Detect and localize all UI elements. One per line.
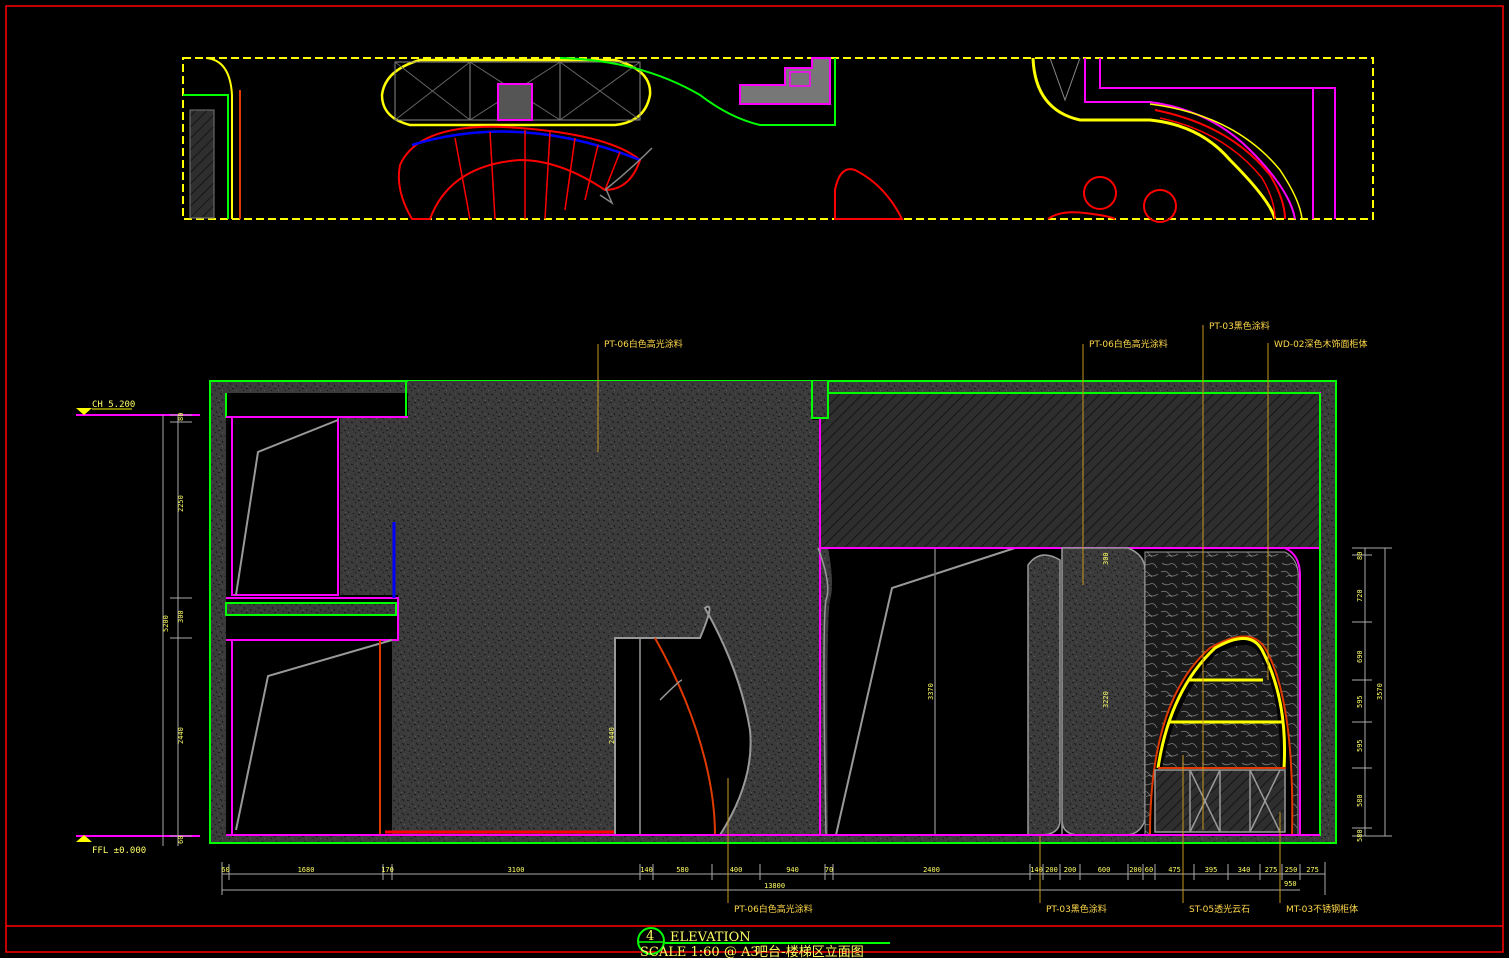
cad-drawing: CH 5.200 FFL ±0.000 80 2250 300 5200 244… <box>5 5 1504 958</box>
bottom-dim-label: 600 <box>1098 866 1111 874</box>
bottom-dim-label: 340 <box>1238 866 1251 874</box>
bottom-dim-label: 395 <box>1205 866 1218 874</box>
bottom-dim-label: 170 <box>381 866 394 874</box>
left-dim-0: 80 <box>177 413 185 421</box>
bottom-dim-label: 250 <box>1285 866 1298 874</box>
right-dim-6: 580 <box>1356 829 1364 842</box>
callout-pt06-bottom: PT-06白色高光涂料 <box>734 903 813 915</box>
callout-pt06-right: PT-06白色高光涂料 <box>1089 338 1168 350</box>
bottom-dim-total: 13800 <box>764 882 785 890</box>
bottom-dim-label: 475 <box>1168 866 1181 874</box>
bottom-dim-label: 400 <box>730 866 743 874</box>
left-dim-5: 60 <box>177 836 185 844</box>
bottom-dim-label: 70 <box>825 866 833 874</box>
bottom-dim-label: 580 <box>676 866 689 874</box>
bottom-dim-label: 275 <box>1265 866 1278 874</box>
inner-dim-b: 3370 <box>927 683 935 700</box>
left-dim-2: 300 <box>177 610 185 623</box>
callout-pt03-bottom: PT-03黑色涂料 <box>1046 903 1107 915</box>
inner-dim-c: 300 <box>1102 552 1110 565</box>
right-dim-0: 80 <box>1356 552 1364 560</box>
callout-st05: ST-05透光云石 <box>1189 903 1250 915</box>
right-dim-4: 595 <box>1356 739 1364 752</box>
level-markers: CH 5.200 FFL ±0.000 <box>76 400 200 856</box>
bottom-dim-label: 2400 <box>923 866 940 874</box>
title-scale: SCALE 1:60 @ A3 <box>640 945 759 958</box>
bottom-dimension-labels: 60 1680 170 3100 140 580 400 940 70 2400 140 200 200… <box>221 866 1319 874</box>
bottom-dim-label: 1680 <box>298 866 315 874</box>
bottom-dim-label: 140 <box>1030 866 1043 874</box>
callout-wd02: WD-02深色木饰面柜体 <box>1274 338 1368 350</box>
bottom-dim-label: 60 <box>1145 866 1153 874</box>
left-dim-3: 5200 <box>162 615 170 632</box>
bottom-dim-label: 60 <box>221 866 229 874</box>
left-dim-4: 2440 <box>177 727 185 744</box>
plan-view <box>182 57 1374 223</box>
callout-pt06-left: PT-06白色高光涂料 <box>604 338 683 350</box>
title-number: 4 <box>646 929 654 944</box>
bottom-dim-label: 200 <box>1045 866 1058 874</box>
bottom-dim-sub: 950 <box>1284 880 1297 888</box>
drawing-title: 4 ELEVATION SCALE 1:60 @ A3 吧台-楼梯区立面图 <box>637 927 890 958</box>
title-cn: 吧台-楼梯区立面图 <box>755 945 864 958</box>
callout-pt03-top: PT-03黑色涂料 <box>1209 320 1270 332</box>
bottom-dim-label: 275 <box>1306 866 1319 874</box>
elevation-view <box>209 380 1337 844</box>
left-dim-1: 2250 <box>177 495 185 512</box>
right-dim-5: 580 <box>1356 794 1364 807</box>
bottom-dim-label: 200 <box>1129 866 1142 874</box>
level-bottom-label: FFL ±0.000 <box>92 846 146 856</box>
right-dim-3: 595 <box>1356 695 1364 708</box>
bottom-dim-label: 200 <box>1064 866 1077 874</box>
right-dim-2: 690 <box>1356 650 1364 663</box>
inner-dim-a: 2440 <box>608 727 616 744</box>
right-dim-1: 720 <box>1356 589 1364 602</box>
right-dim-7: 3570 <box>1376 683 1384 700</box>
bottom-dim-label: 3100 <box>508 866 525 874</box>
bottom-dim-label: 140 <box>640 866 653 874</box>
inner-dim-d: 3220 <box>1102 691 1110 708</box>
bottom-dim-label: 940 <box>786 866 799 874</box>
callout-mt03: MT-03不锈钢柜体 <box>1286 903 1358 915</box>
